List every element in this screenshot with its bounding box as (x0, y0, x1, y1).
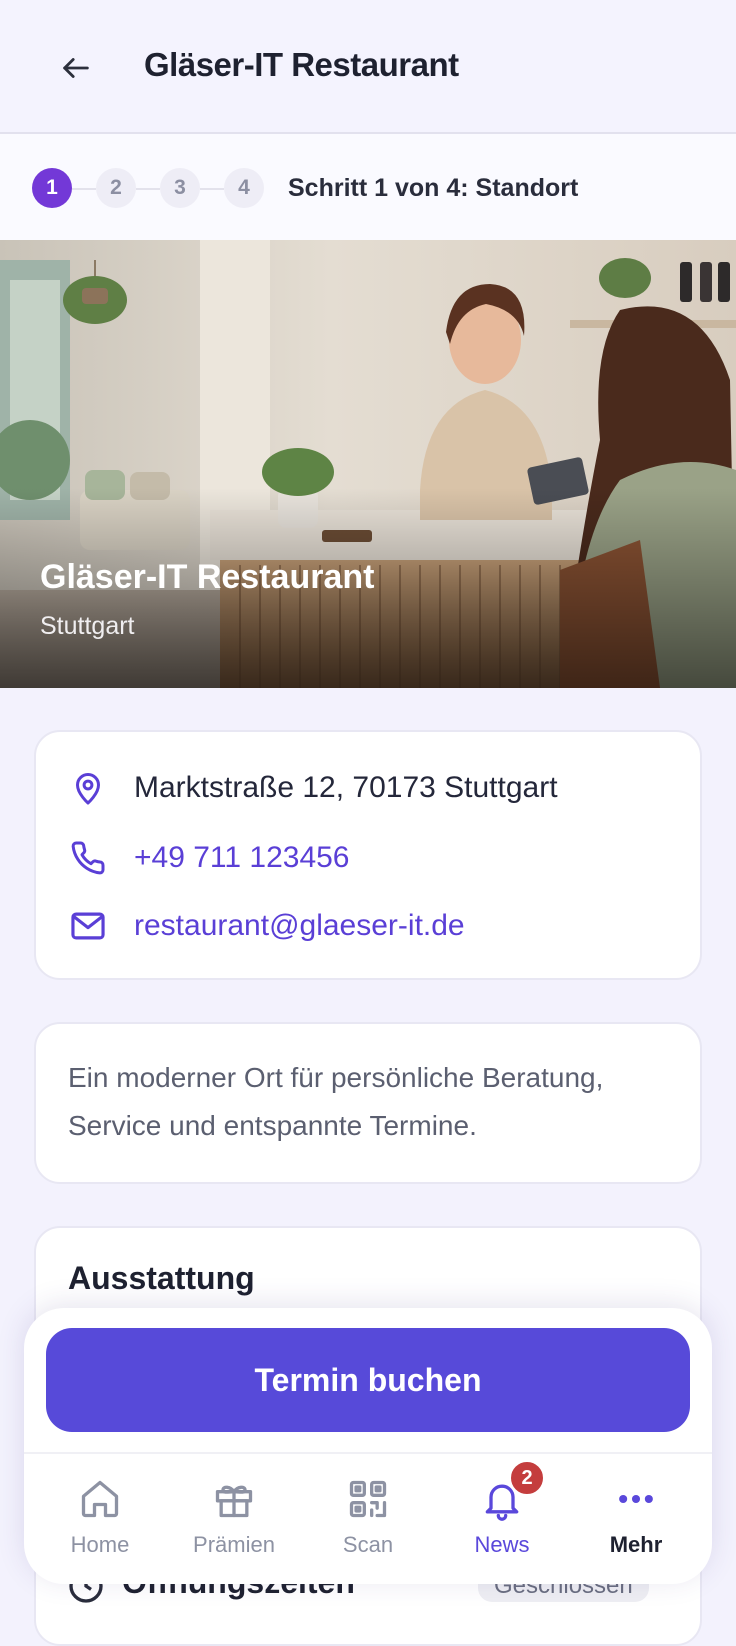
bottom-action-panel: Termin buchen Home Prämien Scan 2 News M… (24, 1308, 712, 1584)
bell-icon: 2 (477, 1460, 545, 1524)
email-link[interactable]: restaurant@glaeser-it.de (134, 909, 465, 943)
step-2: 2 (96, 168, 136, 208)
nav-item-news[interactable]: 2 News (442, 1460, 562, 1564)
amenities-title: Ausstattung (68, 1260, 255, 1296)
map-pin-icon (66, 766, 110, 810)
nav-label-home: Home (70, 1532, 130, 1557)
phone-link[interactable]: +49 711 123456 (134, 841, 350, 875)
page-title: Gläser-IT Restaurant (144, 46, 459, 83)
nav-label-rewards: Prämien (193, 1532, 275, 1557)
nav-label-scan: Scan (342, 1532, 394, 1557)
location-hero-image: Gläser-IT Restaurant Stuttgart (0, 240, 736, 688)
step-indicator: 1 2 3 4 Schritt 1 von 4: Standort (0, 134, 736, 240)
mail-icon (66, 904, 110, 948)
address-row[interactable]: Marktstraße 12, 70173 Stuttgart (66, 766, 558, 810)
email-row[interactable]: restaurant@glaeser-it.de (66, 904, 465, 948)
qr-code-icon (343, 1474, 393, 1524)
divider (24, 1452, 712, 1454)
address-text: Marktstraße 12, 70173 Stuttgart (134, 771, 558, 804)
nav-item-scan[interactable]: Scan (308, 1474, 428, 1564)
step-1: 1 (32, 168, 72, 208)
description-text: Ein moderner Ort für persönliche Beratun… (68, 1062, 604, 1141)
phone-icon (66, 836, 110, 880)
more-icon (611, 1474, 661, 1524)
hero-title: Gläser-IT Restaurant (40, 558, 375, 596)
back-button[interactable] (52, 44, 100, 92)
phone-row[interactable]: +49 711 123456 (66, 836, 350, 880)
notification-badge: 2 (509, 1460, 545, 1496)
description-card: Ein moderner Ort für persönliche Beratun… (34, 1022, 702, 1184)
step-3: 3 (160, 168, 200, 208)
nav-label-more: Mehr (609, 1532, 663, 1557)
arrow-left-icon (63, 58, 89, 78)
nav-item-more[interactable]: Mehr (576, 1474, 696, 1564)
hero-subtitle: Stuttgart (40, 612, 135, 640)
nav-item-rewards[interactable]: Prämien (174, 1474, 294, 1564)
step-connector (72, 188, 96, 190)
step-label: Schritt 1 von 4: Standort (288, 174, 579, 202)
nav-label-news: News (474, 1532, 530, 1557)
gift-icon (209, 1474, 259, 1524)
step-connector (200, 188, 224, 190)
app-header: Gläser-IT Restaurant (0, 0, 736, 134)
nav-item-home[interactable]: Home (40, 1474, 160, 1564)
home-icon (75, 1474, 125, 1524)
step-4: 4 (224, 168, 264, 208)
contact-card: Marktstraße 12, 70173 Stuttgart +49 711 … (34, 730, 702, 980)
book-appointment-button[interactable]: Termin buchen (46, 1328, 690, 1432)
step-connector (136, 188, 160, 190)
